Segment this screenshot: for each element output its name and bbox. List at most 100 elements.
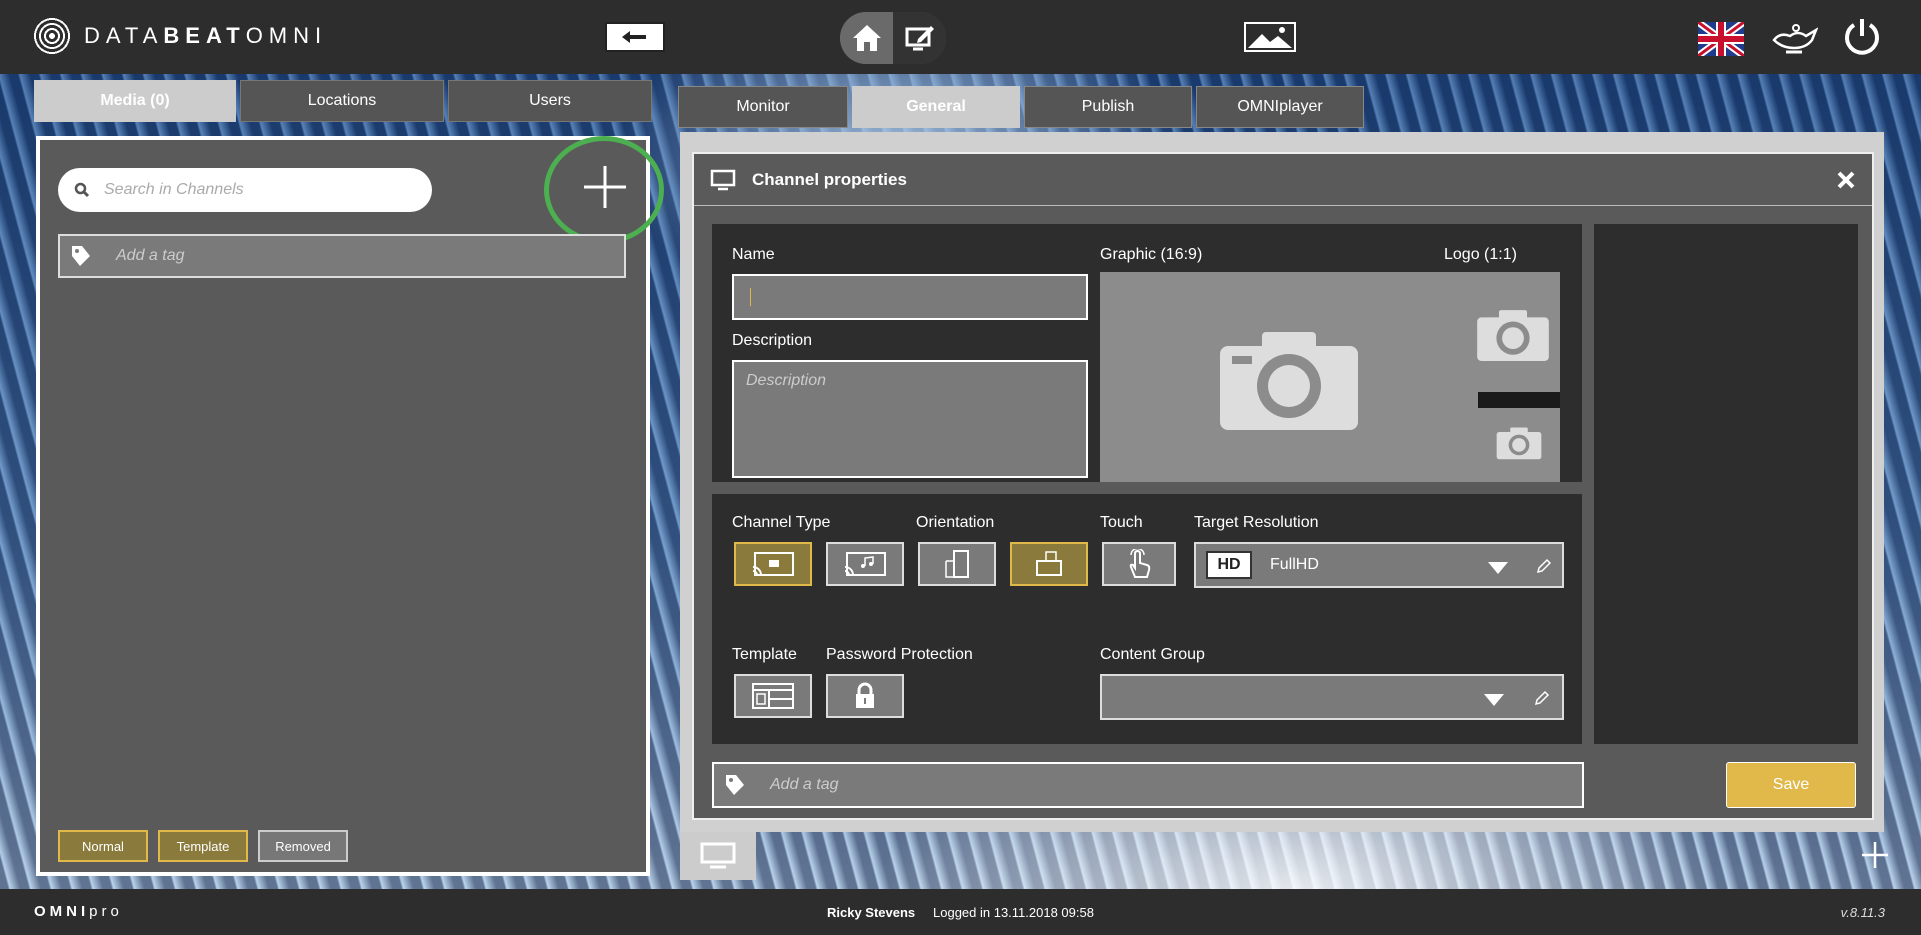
tag-icon <box>726 775 744 795</box>
tab-publish[interactable]: Publish <box>1024 86 1192 128</box>
arrow-left-icon <box>622 31 646 43</box>
close-button[interactable] <box>1836 166 1856 197</box>
password-protection-label: Password Protection <box>826 646 973 663</box>
logo-separator <box>1478 392 1560 408</box>
template-layout-icon <box>752 683 794 709</box>
power-button[interactable] <box>1842 16 1882 56</box>
camera-icon <box>1496 427 1542 460</box>
logo-text: DATABEATOMNI <box>84 23 328 48</box>
chevron-down-icon <box>1488 562 1508 574</box>
target-resolution-value: FullHD <box>1270 556 1319 573</box>
template-button[interactable] <box>734 674 812 718</box>
description-placeholder: Description <box>746 372 827 389</box>
user-name: Ricky Stevens <box>827 905 916 920</box>
home-button[interactable] <box>840 12 893 64</box>
search-placeholder: Search in Channels <box>104 181 244 198</box>
uk-flag-icon[interactable] <box>1695 19 1747 59</box>
logo-upload[interactable] <box>1464 272 1560 386</box>
app-logo: DATABEATOMNI <box>32 16 327 56</box>
plus-icon <box>584 166 626 208</box>
channel-list-panel: Search in Channels Add a tag Normal Temp… <box>36 136 664 876</box>
lock-icon <box>856 682 874 708</box>
top-bar: DATABEATOMNI <box>0 0 1921 74</box>
orientation-label: Orientation <box>916 514 995 531</box>
target-resolution-label: Target Resolution <box>1194 514 1319 531</box>
filter-removed-button[interactable]: Removed <box>258 830 348 862</box>
channel-type-label: Channel Type <box>732 514 831 531</box>
orientation-portrait-button[interactable] <box>918 542 996 586</box>
channel-type-screen-button[interactable] <box>734 542 812 586</box>
right-tabs: Monitor General Publish OMNIplayer <box>678 86 1364 128</box>
magic-lamp-icon[interactable] <box>1770 20 1819 56</box>
dialog-title: Channel properties <box>752 169 907 189</box>
monitor-tab-button[interactable] <box>680 832 756 880</box>
content-group-select[interactable] <box>1100 674 1564 720</box>
status-bar: OMNIpro Ricky Stevens Logged in 13.11.20… <box>0 889 1921 935</box>
tab-monitor[interactable]: Monitor <box>678 86 848 128</box>
orientation-landscape-button[interactable] <box>1010 542 1088 586</box>
settings-section: Channel Type Orientation Touch Target Re… <box>712 494 1582 744</box>
general-section: Name Description Description Graphic (16… <box>712 224 1582 482</box>
touch-label: Touch <box>1100 514 1143 531</box>
description-label: Description <box>732 332 813 349</box>
filter-normal-button[interactable]: Normal <box>58 830 148 862</box>
dialog-tag-input[interactable]: Add a tag <box>712 762 1584 808</box>
tab-users[interactable]: Users <box>448 80 652 122</box>
monitor-icon <box>710 169 736 190</box>
close-icon <box>1837 171 1855 189</box>
tab-general[interactable]: General <box>852 86 1020 128</box>
tag-input[interactable]: Add a tag <box>58 234 626 278</box>
name-label: Name <box>732 246 775 263</box>
brand-label: OMNIpro <box>34 903 123 920</box>
chevron-down-icon <box>1484 694 1504 706</box>
text-caret <box>750 288 751 306</box>
add-button[interactable] <box>1860 840 1890 870</box>
view-switch <box>840 12 946 64</box>
search-icon <box>74 182 90 198</box>
back-button[interactable] <box>605 22 665 52</box>
graphic-label: Graphic (16:9) <box>1100 246 1203 263</box>
add-channel-button[interactable] <box>582 164 628 210</box>
landscape-icon <box>1036 551 1062 576</box>
password-protection-button[interactable] <box>826 674 904 718</box>
cast-screen-icon <box>752 552 794 576</box>
description-field[interactable]: Description <box>732 360 1088 478</box>
pencil-icon[interactable] <box>1534 690 1550 706</box>
small-logo-upload[interactable] <box>1478 410 1560 476</box>
filter-buttons: Normal Template Removed <box>58 830 348 862</box>
tab-omniplayer[interactable]: OMNIplayer <box>1196 86 1364 128</box>
logo-label: Logo (1:1) <box>1444 246 1517 263</box>
monitor-icon <box>700 842 736 869</box>
save-button[interactable]: Save <box>1726 762 1856 808</box>
camera-icon <box>1220 332 1358 430</box>
edit-screen-icon <box>905 26 934 51</box>
home-icon <box>852 25 881 51</box>
filter-template-button[interactable]: Template <box>158 830 248 862</box>
tab-media[interactable]: Media (0) <box>34 80 236 122</box>
content-group-label: Content Group <box>1100 646 1205 663</box>
hd-badge: HD <box>1206 551 1252 579</box>
plus-icon <box>1862 842 1888 868</box>
image-gallery-button[interactable] <box>1244 22 1296 52</box>
side-panel <box>1594 224 1858 744</box>
name-field[interactable] <box>732 274 1088 320</box>
touch-toggle-button[interactable] <box>1102 542 1176 586</box>
target-resolution-select[interactable]: HD FullHD <box>1194 542 1564 588</box>
dialog-header: Channel properties <box>694 154 1872 206</box>
left-tabs: Media (0) Locations Users <box>34 80 652 122</box>
touch-hand-icon <box>1129 549 1151 578</box>
pencil-icon[interactable] <box>1536 558 1552 574</box>
tab-locations[interactable]: Locations <box>240 80 444 122</box>
power-icon <box>1845 19 1879 55</box>
dialog-tag-placeholder: Add a tag <box>770 776 839 793</box>
camera-icon <box>1477 310 1549 361</box>
search-input[interactable]: Search in Channels <box>58 168 432 212</box>
edit-button[interactable] <box>893 12 946 64</box>
cast-audio-icon <box>844 552 886 576</box>
channel-properties-dialog: Channel properties Name Description Desc… <box>692 152 1874 820</box>
tag-placeholder: Add a tag <box>116 247 185 264</box>
template-label: Template <box>732 646 797 663</box>
fingerprint-icon <box>32 16 72 56</box>
channel-type-audio-button[interactable] <box>826 542 904 586</box>
tag-icon <box>72 246 90 266</box>
